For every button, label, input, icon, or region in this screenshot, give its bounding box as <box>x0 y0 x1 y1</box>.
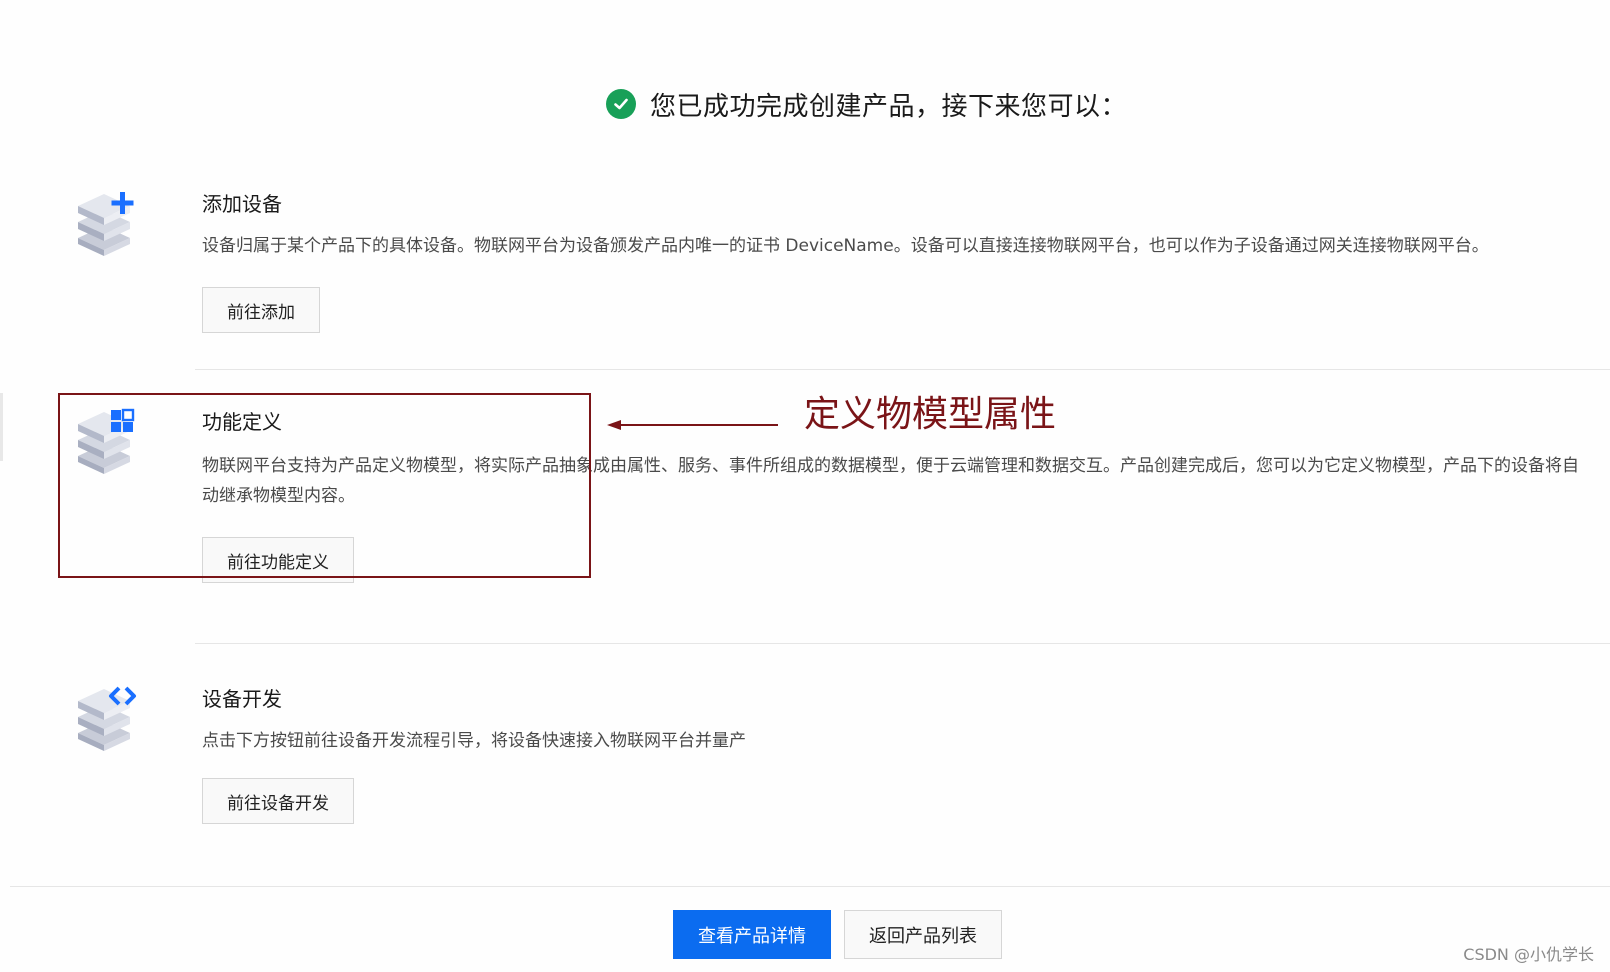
go-device-development-button[interactable]: 前往设备开发 <box>202 778 354 824</box>
footer-divider <box>10 886 1610 887</box>
section-divider <box>195 643 1610 644</box>
section-divider <box>195 369 1610 370</box>
view-product-details-button[interactable]: 查看产品详情 <box>673 910 831 959</box>
go-add-device-button[interactable]: 前往添加 <box>202 287 320 333</box>
add-device-icon <box>74 188 140 256</box>
section-description: 设备归属于某个产品下的具体设备。物联网平台为设备颁发产品内唯一的证书 Devic… <box>202 236 1489 256</box>
section-title: 设备开发 <box>202 687 282 711</box>
back-to-product-list-button[interactable]: 返回产品列表 <box>844 910 1002 959</box>
left-edge-strip <box>0 393 3 461</box>
footer-actions: 查看产品详情 返回产品列表 <box>673 910 1002 959</box>
watermark: CSDN @小仇学长 <box>1463 945 1594 964</box>
annotation-arrow-icon <box>607 420 778 430</box>
section-description: 点击下方按钮前往设备开发流程引导，将设备快速接入物联网平台并量产 <box>202 731 746 751</box>
success-header: 您已成功完成创建产品，接下来您可以： <box>606 86 1127 122</box>
annotation-label: 定义物模型属性 <box>804 394 1057 435</box>
device-development-icon <box>74 683 140 751</box>
success-check-icon <box>606 89 636 119</box>
annotation-highlight-box <box>58 393 591 578</box>
success-title: 您已成功完成创建产品，接下来您可以： <box>650 91 1128 122</box>
section-title: 添加设备 <box>202 192 282 216</box>
product-created-page: 您已成功完成创建产品，接下来您可以： 添加设备 设备归属于某个产品下的具体设备。… <box>0 0 1610 972</box>
